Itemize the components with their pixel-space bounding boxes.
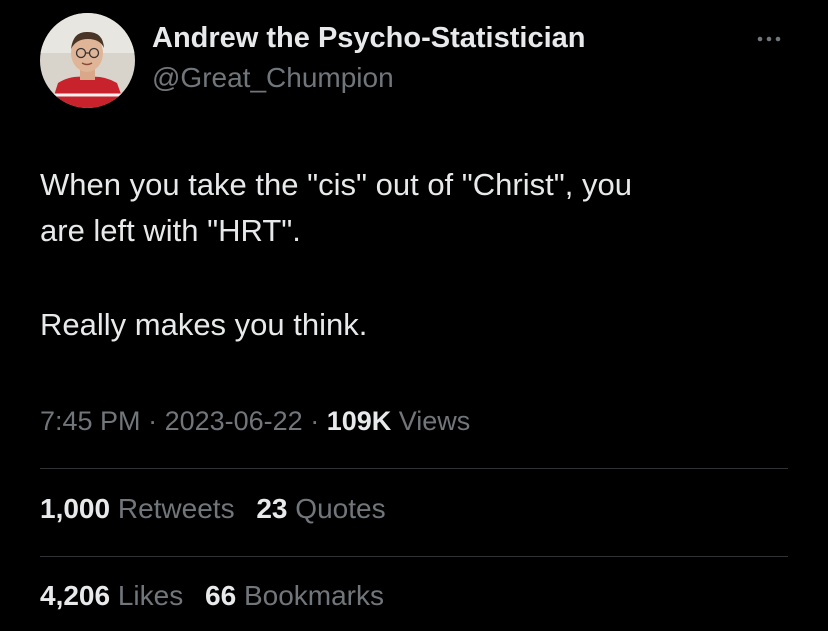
- divider: [40, 556, 788, 557]
- quotes-count: 23: [256, 493, 288, 524]
- likes-stat[interactable]: 4,206 Likes: [40, 580, 183, 612]
- avatar-photo-icon: [40, 13, 135, 108]
- retweets-label: Retweets: [117, 493, 235, 524]
- meta-separator: ·: [302, 406, 327, 436]
- quotes-stat[interactable]: 23 Quotes: [256, 493, 385, 525]
- tweet-body: When you take the "cis" out of "Christ",…: [40, 162, 800, 348]
- tweet-time[interactable]: 7:45 PM: [40, 406, 141, 436]
- author-handle[interactable]: @Great_Chumpion: [152, 62, 394, 94]
- author-avatar[interactable]: [40, 13, 135, 108]
- likes-count: 4,206: [40, 580, 111, 611]
- more-options-icon[interactable]: [752, 24, 786, 54]
- tweet-text-line: When you take the "cis" out of "Christ",…: [40, 167, 632, 202]
- retweets-count: 1,000: [40, 493, 111, 524]
- tweet-metadata: 7:45 PM · 2023-06-22 · 109K Views: [40, 406, 470, 437]
- likes-bookmarks-stats: 4,206 Likes 66 Bookmarks: [40, 580, 398, 612]
- bookmarks-count: 66: [205, 580, 237, 611]
- tweet-text-line: are left with "HRT".: [40, 213, 301, 248]
- bookmarks-stat[interactable]: 66 Bookmarks: [205, 580, 384, 612]
- quotes-label: Quotes: [295, 493, 386, 524]
- likes-label: Likes: [117, 580, 184, 611]
- bookmarks-label: Bookmarks: [243, 580, 384, 611]
- author-display-name[interactable]: Andrew the Psycho-Statistician: [152, 22, 586, 55]
- tweet-card: Andrew the Psycho-Statistician @Great_Ch…: [0, 0, 828, 631]
- retweets-stat[interactable]: 1,000 Retweets: [40, 493, 235, 525]
- tweet-text-line: Really makes you think.: [40, 307, 368, 342]
- views-count: 109K: [326, 406, 392, 436]
- divider: [40, 468, 788, 469]
- retweet-quote-stats: 1,000 Retweets 23 Quotes: [40, 493, 400, 525]
- meta-separator: ·: [140, 406, 165, 436]
- views-label: Views: [391, 406, 471, 436]
- tweet-date[interactable]: 2023-06-22: [165, 406, 303, 436]
